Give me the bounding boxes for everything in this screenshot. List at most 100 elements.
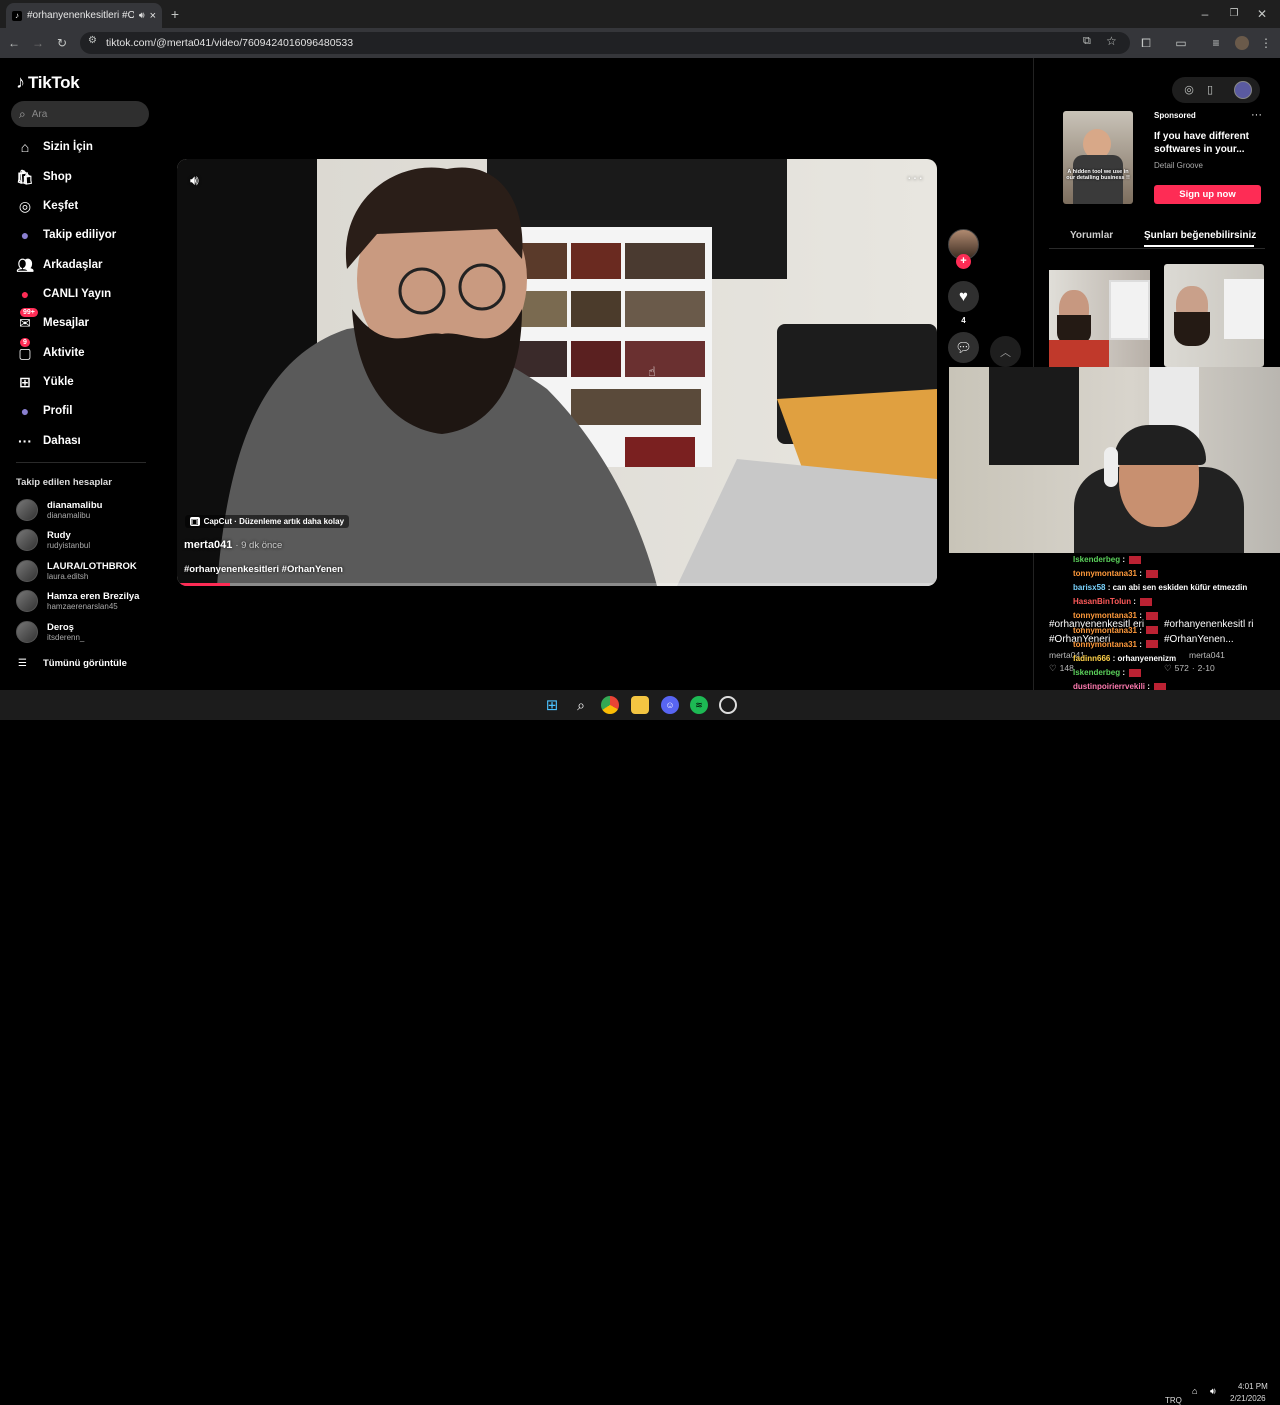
sidebar-item-11[interactable]: ··· Dahası <box>16 432 81 450</box>
avatar <box>16 499 38 521</box>
site-info-icon[interactable]: ⚙ <box>88 35 97 46</box>
video-more-icon[interactable]: ··· <box>907 169 924 185</box>
suggested-author-right[interactable]: merta041 <box>1189 650 1225 660</box>
browser-menu-icon[interactable]: ⋮ <box>1257 34 1275 52</box>
sidebar-item-3[interactable]: ◎ Keşfet <box>16 197 78 215</box>
search-box[interactable]: ⌕ Ara <box>11 101 149 127</box>
tab-suggested[interactable]: Şunları beğenebilirsiniz <box>1144 230 1256 241</box>
thumb-bookshelf <box>1109 280 1150 340</box>
ad-brand: Detail Groove <box>1154 161 1203 170</box>
app-icon[interactable] <box>719 696 737 714</box>
speaker-icon[interactable]: 🔊︎ <box>1210 1386 1216 1397</box>
followed-account[interactable]: LAURA/LOTHBROK laura.editsh <box>16 560 137 582</box>
account-name: LAURA/LOTHBROK <box>47 560 137 572</box>
capcut-badge[interactable]: ▣ CapCut · Düzenleme artık daha kolay <box>185 515 350 528</box>
sidebar-item-7[interactable]: ✉ 99+ Mesajlar <box>16 308 90 332</box>
chat-message: Iskenderbeg : <box>1073 668 1142 677</box>
forward-icon[interactable]: → <box>29 34 47 52</box>
scroll-up-button[interactable]: ︿ <box>990 336 1021 367</box>
address-bar[interactable]: ⚙ tiktok.com/@merta041/video/76094240160… <box>80 32 1130 54</box>
tab-comments[interactable]: Yorumlar <box>1070 230 1113 241</box>
sidebar-item-5[interactable]: 👥︎ Arkadaşlar <box>16 256 102 274</box>
reload-icon[interactable]: ↻ <box>53 34 71 52</box>
notification-badge: 9 <box>20 338 30 347</box>
heart-outline-icon: ♡ <box>1049 663 1057 673</box>
tab-audio-icon[interactable]: 🔊︎ <box>139 10 145 21</box>
install-app-icon[interactable]: ⧉ <box>1083 35 1091 48</box>
network-icon[interactable]: ⌂ <box>1192 1386 1197 1396</box>
suggested-caption-right[interactable]: #orhanyenenkesitl ri #OrhanYenen... <box>1164 617 1268 647</box>
comment-button[interactable]: 💬︎ <box>948 332 979 363</box>
thumb-person-beard <box>1174 312 1210 346</box>
coins-icon[interactable]: ◎ <box>1180 81 1198 99</box>
ad-thumbnail[interactable]: A hidden tool we use in our detailing bu… <box>1063 111 1133 204</box>
suggested-thumb-right[interactable] <box>1164 264 1264 367</box>
sidebar-item-2[interactable]: 🛍︎ Shop <box>16 168 72 186</box>
sidebar-item-label: Arkadaşlar <box>43 259 103 271</box>
chat-separator: : <box>1105 583 1113 593</box>
split-view-icon[interactable]: ▭ <box>1172 34 1190 52</box>
chat-message: HasanBinTolun : <box>1073 597 1153 607</box>
new-tab-icon[interactable]: + <box>166 5 184 23</box>
suggested-likes-left: ♡ 148 <box>1049 663 1074 674</box>
sidebar-item-4[interactable]: ● Takip ediliyor <box>16 226 117 244</box>
taskbar-search-icon[interactable]: ⌕ <box>572 696 590 714</box>
sidebar-item-8[interactable]: ▢ 9 Aktivite <box>16 338 85 362</box>
taskbar-time[interactable]: 4:01 PM <box>1238 1382 1268 1391</box>
sidebar-item-label: Mesajlar <box>43 317 90 329</box>
ad-cta-button[interactable]: Sign up now <box>1154 185 1261 204</box>
chat-separator: : <box>1131 597 1139 607</box>
thumb-person-shirt <box>1049 340 1109 367</box>
extensions-icon[interactable]: ⧠ <box>1137 34 1155 52</box>
browser-tab[interactable]: ♪ #orhanyenenkesitleri #Orha 🔊︎ × <box>6 3 162 28</box>
media-control-icon[interactable]: ≡ <box>1207 34 1225 52</box>
device-icon[interactable]: ▯ <box>1201 81 1219 99</box>
see-all-link[interactable]: ☰ Tümünü görüntüle <box>18 658 127 669</box>
chrome-icon[interactable] <box>601 696 619 714</box>
video-author[interactable]: merta041 <box>184 539 232 551</box>
taskbar-date[interactable]: 2/21/2026 <box>1230 1394 1266 1403</box>
chat-text: can abi sen eskiden küfür etmezdin <box>1112 583 1248 593</box>
minimize-icon[interactable]: – <box>1196 5 1214 23</box>
followed-account[interactable]: Hamza eren Brezilya hamzaerenarslan45 <box>16 590 139 612</box>
browser-profile-avatar[interactable] <box>1235 36 1249 50</box>
chat-username: tonnymontana31 <box>1073 611 1138 621</box>
back-icon[interactable]: ← <box>5 34 23 52</box>
followed-account[interactable]: Rudy rudyistanbul <box>16 529 90 551</box>
sidebar-item-9[interactable]: ⊞ Yükle <box>16 373 74 391</box>
follow-plus-icon[interactable]: + <box>956 254 971 269</box>
suggested-thumb-left[interactable] <box>1049 270 1150 367</box>
tiktok-logo[interactable]: ♪ TikTok <box>16 72 80 93</box>
followed-account[interactable]: Deroş itsderenn_ <box>16 621 84 643</box>
video-player[interactable]: 🔊︎ ··· ▣ CapCut · Düzenleme artık daha k… <box>177 159 937 586</box>
video-hashtags[interactable]: #orhanyenenkesitleri #OrhanYenen <box>184 564 343 575</box>
like-button[interactable]: ♥ <box>948 281 979 312</box>
tab-close-icon[interactable]: × <box>150 10 156 22</box>
spotify-icon[interactable]: ≋ <box>690 696 708 714</box>
ad-title[interactable]: If you have different softwares in your.… <box>1154 130 1254 156</box>
sidebar-item-10[interactable]: ● Profil <box>16 402 73 420</box>
taskbar-lang[interactable]: TRQ <box>1165 1396 1182 1405</box>
file-explorer-icon[interactable] <box>631 696 649 714</box>
video-progress-track[interactable] <box>177 583 937 586</box>
window-close-icon[interactable]: ✕ <box>1253 5 1271 23</box>
suggested-likes-right: ♡ 572 · 2-10 <box>1164 663 1215 674</box>
chat-username: tonnymontana31 <box>1073 569 1138 579</box>
user-avatar[interactable] <box>1234 81 1252 99</box>
see-all-label: Tümünü görüntüle <box>42 658 127 669</box>
volume-icon[interactable]: 🔊︎ <box>190 172 199 189</box>
sidebar-item-1[interactable]: ⌂ Sizin İçin <box>16 138 93 156</box>
tiktok-note-icon: ♪ <box>16 72 25 92</box>
restore-icon[interactable]: ❐ <box>1225 5 1243 23</box>
webcam-headphone <box>1104 447 1118 487</box>
ad-more-icon[interactable]: ··· <box>1251 109 1262 121</box>
bookmark-star-icon[interactable]: ☆ <box>1106 34 1117 48</box>
start-icon[interactable]: ⊞ <box>543 696 561 714</box>
chat-message: Iskenderbeg : <box>1073 555 1142 564</box>
friends-icon: 👥︎ <box>16 256 34 273</box>
capcut-icon: ▣ <box>190 517 200 526</box>
chat-message: barisx58 : can abi sen eskiden küfür etm… <box>1073 583 1247 592</box>
sidebar-item-6[interactable]: ● CANLI Yayın <box>16 285 111 303</box>
discord-icon[interactable]: ☺ <box>661 696 679 714</box>
followed-account[interactable]: dianamalibu dianamalibu <box>16 499 102 521</box>
